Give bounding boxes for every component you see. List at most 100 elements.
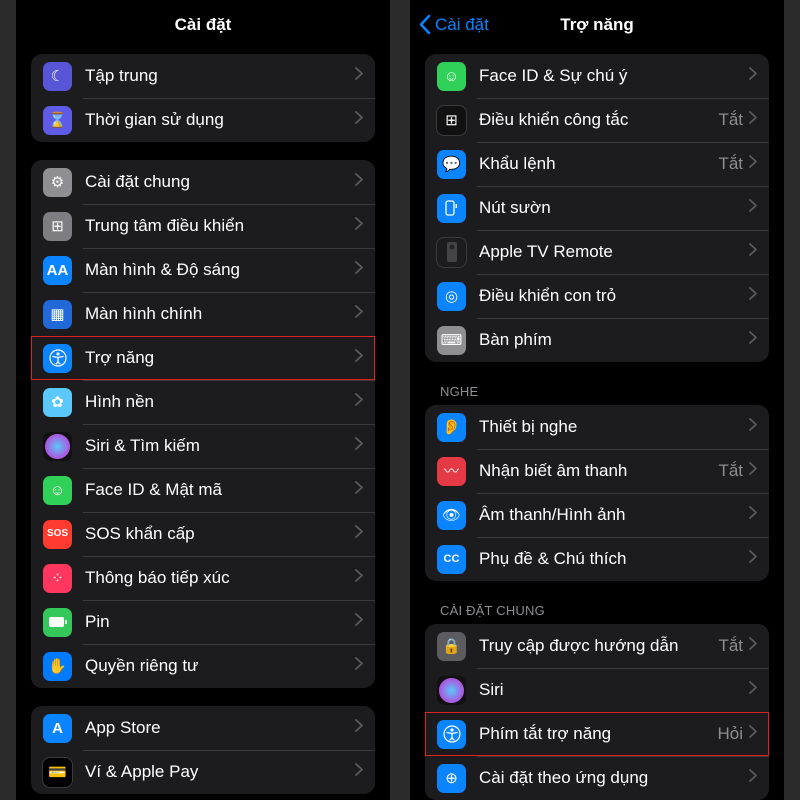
chevron-right-icon bbox=[749, 67, 757, 85]
text-size-icon: AA bbox=[43, 256, 72, 285]
row-control-center[interactable]: ⊞ Trung tâm điều khiển bbox=[31, 204, 375, 248]
settings-screen: Cài đặt ☾ Tập trung ⌛ Thời gian sử dụng … bbox=[16, 0, 390, 800]
row-faceid[interactable]: ☺ Face ID & Mật mã bbox=[31, 468, 375, 512]
row-privacy[interactable]: ✋ Quyền riêng tư bbox=[31, 644, 375, 688]
row-wallpaper[interactable]: ✿ Hình nền bbox=[31, 380, 375, 424]
row-voice-control[interactable]: 💬 Khẩu lệnh Tắt bbox=[425, 142, 769, 186]
row-label: Nút sườn bbox=[479, 198, 749, 218]
row-label: Siri bbox=[479, 680, 749, 700]
chevron-right-icon bbox=[749, 243, 757, 261]
accessibility-icon bbox=[43, 344, 72, 373]
chevron-right-icon bbox=[749, 111, 757, 129]
page-title: Cài đặt bbox=[175, 15, 232, 35]
row-label: Thời gian sử dụng bbox=[85, 110, 355, 130]
row-label: Tập trung bbox=[85, 66, 355, 86]
row-siri[interactable]: Siri & Tìm kiếm bbox=[31, 424, 375, 468]
row-label: Face ID & Mật mã bbox=[85, 480, 355, 500]
row-tv-remote[interactable]: Apple TV Remote bbox=[425, 230, 769, 274]
row-hearing[interactable]: 👂 Thiết bị nghe bbox=[425, 405, 769, 449]
settings-group: 🔒 Truy cập được hướng dẫn Tắt Siri Phím … bbox=[425, 624, 769, 800]
chevron-right-icon bbox=[355, 349, 363, 367]
row-value: Tắt bbox=[718, 154, 743, 174]
gear-icon: ⚙ bbox=[43, 168, 72, 197]
row-label: Màn hình & Độ sáng bbox=[85, 260, 355, 280]
chevron-right-icon bbox=[355, 719, 363, 737]
row-subtitles[interactable]: CC Phụ đề & Chú thích bbox=[425, 537, 769, 581]
row-sound-recognition[interactable]: 〰 Nhận biết âm thanh Tắt bbox=[425, 449, 769, 493]
flower-icon: ✿ bbox=[43, 388, 72, 417]
chevron-right-icon bbox=[355, 261, 363, 279]
row-exposure[interactable]: ⁘ Thông báo tiếp xúc bbox=[31, 556, 375, 600]
row-accessibility-shortcut[interactable]: Phím tắt trợ năng Hỏi bbox=[425, 712, 769, 756]
waveform-icon: 〰 bbox=[437, 457, 466, 486]
chevron-right-icon bbox=[749, 550, 757, 568]
row-label: Cài đặt chung bbox=[85, 172, 355, 192]
row-display[interactable]: AA Màn hình & Độ sáng bbox=[31, 248, 375, 292]
per-app-icon: ⊕ bbox=[437, 764, 466, 793]
battery-icon bbox=[43, 608, 72, 637]
faceid-icon: ☺ bbox=[437, 62, 466, 91]
row-label: Thông báo tiếp xúc bbox=[85, 568, 355, 588]
nav-bar: Cài đặt Trợ năng bbox=[410, 0, 784, 49]
chevron-right-icon bbox=[355, 437, 363, 455]
chevron-right-icon bbox=[749, 637, 757, 655]
chevron-right-icon bbox=[355, 67, 363, 85]
chevron-right-icon bbox=[749, 155, 757, 173]
row-face-attention[interactable]: ☺ Face ID & Sự chú ý bbox=[425, 54, 769, 98]
group-header: NGHE bbox=[440, 384, 769, 399]
chevron-right-icon bbox=[749, 681, 757, 699]
chevron-right-icon bbox=[749, 199, 757, 217]
row-switch-control[interactable]: ⊞ Điều khiển công tắc Tắt bbox=[425, 98, 769, 142]
row-pointer[interactable]: ◎ Điều khiển con trỏ bbox=[425, 274, 769, 318]
keyboard-icon: ⌨ bbox=[437, 326, 466, 355]
row-label: Face ID & Sự chú ý bbox=[479, 66, 749, 86]
row-focus[interactable]: ☾ Tập trung bbox=[31, 54, 375, 98]
group-header: CÀI ĐẶT CHUNG bbox=[440, 603, 769, 618]
row-label: Điều khiển công tắc bbox=[479, 110, 718, 130]
row-siri-acc[interactable]: Siri bbox=[425, 668, 769, 712]
row-label: Khẩu lệnh bbox=[479, 154, 718, 174]
row-appstore[interactable]: A App Store bbox=[31, 706, 375, 750]
row-label: App Store bbox=[85, 718, 355, 738]
nav-bar: Cài đặt bbox=[16, 0, 390, 49]
back-button[interactable]: Cài đặt bbox=[418, 14, 489, 35]
row-label: Ví & Apple Pay bbox=[85, 762, 355, 782]
chevron-right-icon bbox=[749, 418, 757, 436]
row-screentime[interactable]: ⌛ Thời gian sử dụng bbox=[31, 98, 375, 142]
row-value: Tắt bbox=[718, 461, 743, 481]
chevron-right-icon bbox=[749, 506, 757, 524]
row-general[interactable]: ⚙ Cài đặt chung bbox=[31, 160, 375, 204]
row-accessibility[interactable]: Trợ năng bbox=[31, 336, 375, 380]
row-wallet[interactable]: 💳 Ví & Apple Pay bbox=[31, 750, 375, 794]
chevron-right-icon bbox=[355, 217, 363, 235]
moon-icon: ☾ bbox=[43, 62, 72, 91]
row-label: SOS khẩn cấp bbox=[85, 524, 355, 544]
row-battery[interactable]: Pin bbox=[31, 600, 375, 644]
chevron-right-icon bbox=[749, 769, 757, 787]
faceid-icon: ☺ bbox=[43, 476, 72, 505]
row-guided-access[interactable]: 🔒 Truy cập được hướng dẫn Tắt bbox=[425, 624, 769, 668]
row-home-screen[interactable]: ▦ Màn hình chính bbox=[31, 292, 375, 336]
accessibility-list: ☺ Face ID & Sự chú ý ⊞ Điều khiển công t… bbox=[410, 49, 784, 800]
row-audio-visual[interactable]: 👁 Âm thanh/Hình ảnh bbox=[425, 493, 769, 537]
row-per-app[interactable]: ⊕ Cài đặt theo ứng dụng bbox=[425, 756, 769, 800]
row-label: Bàn phím bbox=[479, 330, 749, 350]
exposure-icon: ⁘ bbox=[43, 564, 72, 593]
chevron-right-icon bbox=[355, 393, 363, 411]
hand-icon: ✋ bbox=[43, 652, 72, 681]
chevron-right-icon bbox=[355, 111, 363, 129]
row-side-button[interactable]: Nút sườn bbox=[425, 186, 769, 230]
row-label: Thiết bị nghe bbox=[479, 417, 749, 437]
row-label: Quyền riêng tư bbox=[85, 656, 355, 676]
row-keyboard[interactable]: ⌨ Bàn phím bbox=[425, 318, 769, 362]
chevron-right-icon bbox=[749, 287, 757, 305]
row-sos[interactable]: SOS SOS khẩn cấp bbox=[31, 512, 375, 556]
siri-icon bbox=[43, 432, 72, 461]
chevron-right-icon bbox=[355, 481, 363, 499]
appstore-icon: A bbox=[43, 714, 72, 743]
pointer-icon: ◎ bbox=[437, 282, 466, 311]
chevron-right-icon bbox=[749, 725, 757, 743]
row-label: Nhận biết âm thanh bbox=[479, 461, 718, 481]
row-label: Apple TV Remote bbox=[479, 242, 749, 262]
chevron-right-icon bbox=[355, 305, 363, 323]
